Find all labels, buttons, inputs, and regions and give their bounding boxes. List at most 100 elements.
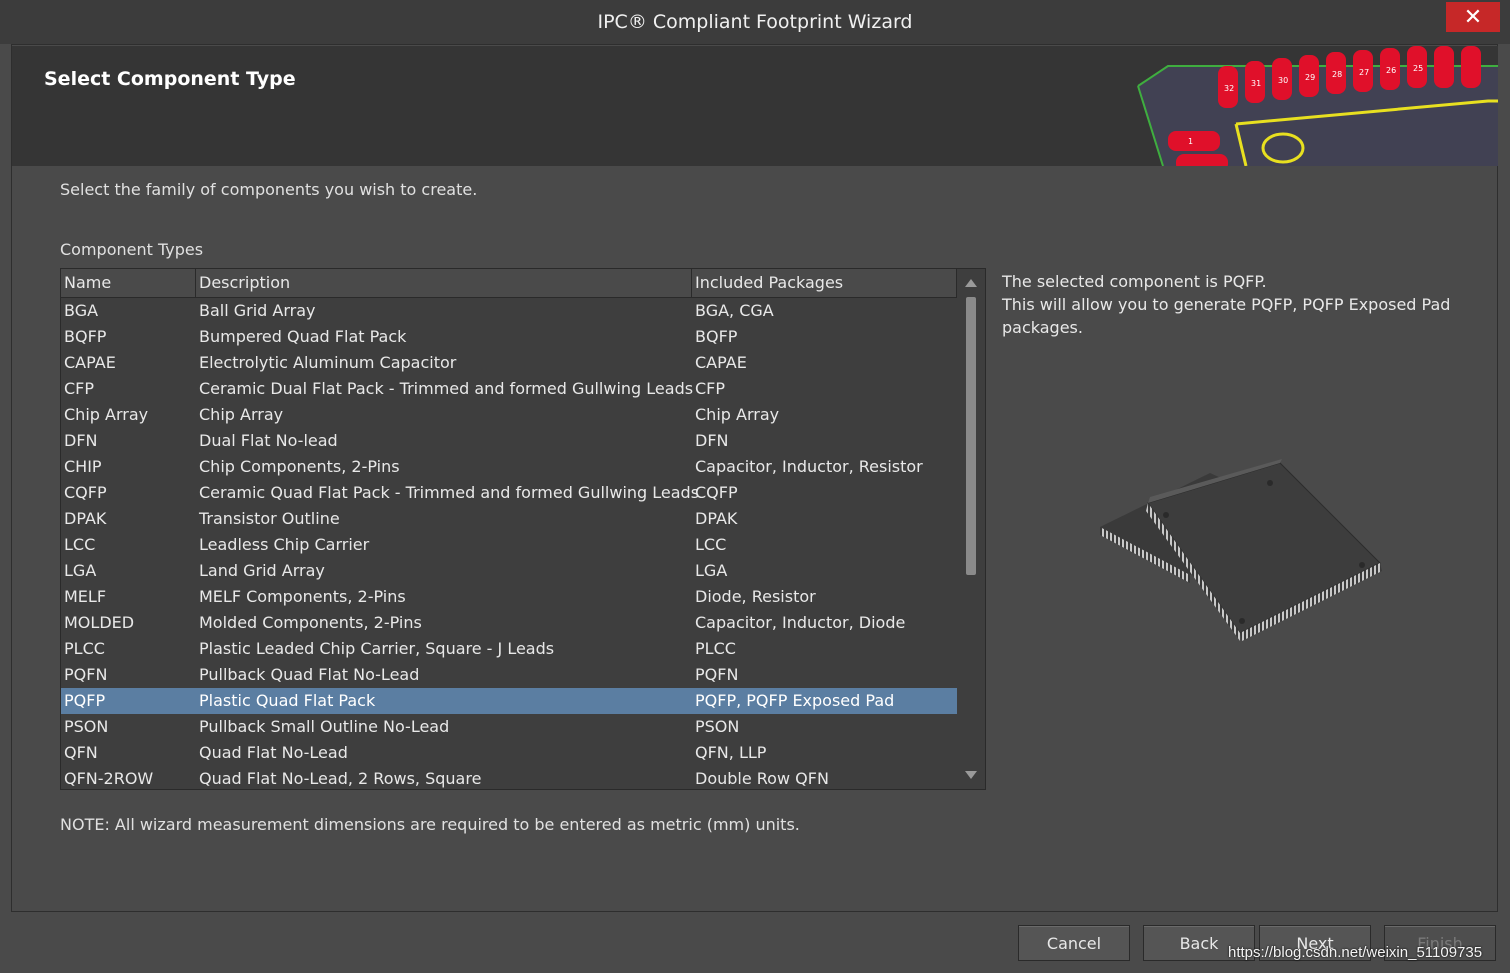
scroll-down-icon[interactable] xyxy=(965,771,977,779)
table-row[interactable]: LCC Leadless Chip Carrier LCC xyxy=(61,532,957,558)
watermark-text: https://blog.csdn.net/weixin_51109735 xyxy=(1228,944,1483,961)
footprint-preview-icon: 32 31 30 29 28 27 26 25 1 xyxy=(1128,46,1498,166)
cell-description: Leadless Chip Carrier xyxy=(199,535,370,554)
cell-name: CQFP xyxy=(64,483,107,502)
cell-packages: Capacitor, Inductor, Resistor xyxy=(695,457,923,476)
cell-name: PLCC xyxy=(64,639,105,658)
cell-description: Transistor Outline xyxy=(199,509,340,528)
table-row[interactable]: PQFN Pullback Quad Flat No-Lead PQFN xyxy=(61,662,957,688)
selection-description: The selected component is PQFP. This wil… xyxy=(1002,270,1462,339)
table-row[interactable]: PLCC Plastic Leaded Chip Carrier, Square … xyxy=(61,636,957,662)
scroll-thumb[interactable] xyxy=(966,297,976,575)
cell-description: Chip Components, 2-Pins xyxy=(199,457,400,476)
component-types-list[interactable]: Name Description Included Packages BGA Ba… xyxy=(60,268,986,790)
cell-name: DFN xyxy=(64,431,98,450)
cell-name: BQFP xyxy=(64,327,107,346)
svg-text:27: 27 xyxy=(1359,68,1369,77)
selection-line-1: The selected component is PQFP. xyxy=(1002,272,1267,291)
wizard-header: Select Component Type 32 31 30 29 28 27 xyxy=(12,46,1498,166)
column-header-description[interactable]: Description xyxy=(196,269,692,297)
svg-text:32: 32 xyxy=(1224,84,1234,93)
table-row[interactable]: BGA Ball Grid Array BGA, CGA xyxy=(61,298,957,324)
cell-packages: BQFP xyxy=(695,327,738,346)
table-row[interactable]: BQFP Bumpered Quad Flat Pack BQFP xyxy=(61,324,957,350)
component-types-label: Component Types xyxy=(60,240,204,259)
cell-packages: CFP xyxy=(695,379,726,398)
column-header-name[interactable]: Name xyxy=(61,269,196,297)
table-row[interactable]: CAPAE Electrolytic Aluminum Capacitor CAPA… xyxy=(61,350,957,376)
cell-name: CAPAE xyxy=(64,353,116,372)
cell-packages: Capacitor, Inductor, Diode xyxy=(695,613,906,632)
cell-packages: CQFP xyxy=(695,483,738,502)
table-row[interactable]: MOLDED Molded Components, 2-Pins Capacitor… xyxy=(61,610,957,636)
cell-name: QFN xyxy=(64,743,98,762)
instruction-text: Select the family of components you wish… xyxy=(60,180,478,199)
table-row[interactable]: CQFP Ceramic Quad Flat Pack - Trimmed and… xyxy=(61,480,957,506)
title-bar: IPC® Compliant Footprint Wizard xyxy=(0,0,1510,44)
cell-packages: PQFN xyxy=(695,665,739,684)
cell-name: LGA xyxy=(64,561,97,580)
cell-packages: PLCC xyxy=(695,639,736,658)
table-row[interactable]: QFN Quad Flat No-Lead QFN, LLP xyxy=(61,740,957,766)
column-header-included-packages[interactable]: Included Packages xyxy=(692,269,957,297)
cell-packages: QFN, LLP xyxy=(695,743,767,762)
cell-packages: LCC xyxy=(695,535,727,554)
svg-text:30: 30 xyxy=(1278,76,1288,85)
svg-text:29: 29 xyxy=(1305,73,1315,82)
cell-packages: DFN xyxy=(695,431,729,450)
cell-packages: CAPAE xyxy=(695,353,747,372)
table-row[interactable]: PSON Pullback Small Outline No-Lead PSON xyxy=(61,714,957,740)
pqfp-chip-image xyxy=(1100,459,1382,641)
close-button[interactable]: ✕ xyxy=(1446,2,1500,32)
cell-description: Pullback Quad Flat No-Lead xyxy=(199,665,420,684)
cell-name: PQFP xyxy=(64,691,106,710)
scroll-up-icon[interactable] xyxy=(965,279,977,287)
cell-description: Plastic Quad Flat Pack xyxy=(199,691,376,710)
cell-name: PSON xyxy=(64,717,109,736)
cell-name: MELF xyxy=(64,587,107,606)
cell-name: CFP xyxy=(64,379,95,398)
cell-packages: Diode, Resistor xyxy=(695,587,816,606)
cell-name: MOLDED xyxy=(64,613,135,632)
close-icon: ✕ xyxy=(1463,4,1483,30)
cell-packages: Double Row QFN xyxy=(695,769,829,788)
svg-text:31: 31 xyxy=(1251,79,1261,88)
list-rows: BGA Ball Grid Array BGA, CGA BQFP Bumpered Q… xyxy=(61,298,957,789)
cell-description: Bumpered Quad Flat Pack xyxy=(199,327,407,346)
cell-description: Ceramic Dual Flat Pack - Trimmed and for… xyxy=(199,379,694,398)
table-row[interactable]: CFP Ceramic Dual Flat Pack - Trimmed and … xyxy=(61,376,957,402)
metric-units-note: NOTE: All wizard measurement dimensions … xyxy=(60,815,800,834)
cell-description: Pullback Small Outline No-Lead xyxy=(199,717,450,736)
table-row[interactable]: MELF MELF Components, 2-Pins Diode, Resist… xyxy=(61,584,957,610)
table-row[interactable]: LGA Land Grid Array LGA xyxy=(61,558,957,584)
cell-name: DPAK xyxy=(64,509,107,528)
selection-line-2: This will allow you to generate PQFP, PQ… xyxy=(1002,295,1451,337)
cell-packages: DPAK xyxy=(695,509,738,528)
svg-text:1: 1 xyxy=(1188,137,1193,146)
window-title: IPC® Compliant Footprint Wizard xyxy=(597,11,913,33)
cancel-button[interactable]: Cancel xyxy=(1018,925,1130,961)
cell-name: QFN-2ROW xyxy=(64,769,154,788)
cell-name: LCC xyxy=(64,535,96,554)
cell-description: Electrolytic Aluminum Capacitor xyxy=(199,353,457,372)
cell-name: Chip Array xyxy=(64,405,149,424)
table-row[interactable]: CHIP Chip Components, 2-Pins Capacitor, In… xyxy=(61,454,957,480)
svg-text:25: 25 xyxy=(1413,64,1423,73)
list-scrollbar[interactable] xyxy=(957,269,985,789)
cell-description: Land Grid Array xyxy=(199,561,325,580)
table-row[interactable]: DPAK Transistor Outline DPAK xyxy=(61,506,957,532)
table-row[interactable]: PQFP Plastic Quad Flat Pack PQFP, PQFP Exp… xyxy=(61,688,957,714)
cell-description: Molded Components, 2-Pins xyxy=(199,613,422,632)
cell-packages: Chip Array xyxy=(695,405,780,424)
cell-packages: BGA, CGA xyxy=(695,301,774,320)
cell-name: BGA xyxy=(64,301,99,320)
cell-name: PQFN xyxy=(64,665,108,684)
cell-packages: PQFP, PQFP Exposed Pad xyxy=(695,691,895,710)
cell-description: Ceramic Quad Flat Pack - Trimmed and for… xyxy=(199,483,700,502)
cell-name: CHIP xyxy=(64,457,102,476)
svg-text:28: 28 xyxy=(1332,70,1342,79)
table-row[interactable]: Chip Array Chip Array Chip Array xyxy=(61,402,957,428)
cell-description: Quad Flat No-Lead xyxy=(199,743,348,762)
table-row[interactable]: QFN-2ROW Quad Flat No-Lead, 2 Rows, Squar… xyxy=(61,766,957,789)
table-row[interactable]: DFN Dual Flat No-lead DFN xyxy=(61,428,957,454)
